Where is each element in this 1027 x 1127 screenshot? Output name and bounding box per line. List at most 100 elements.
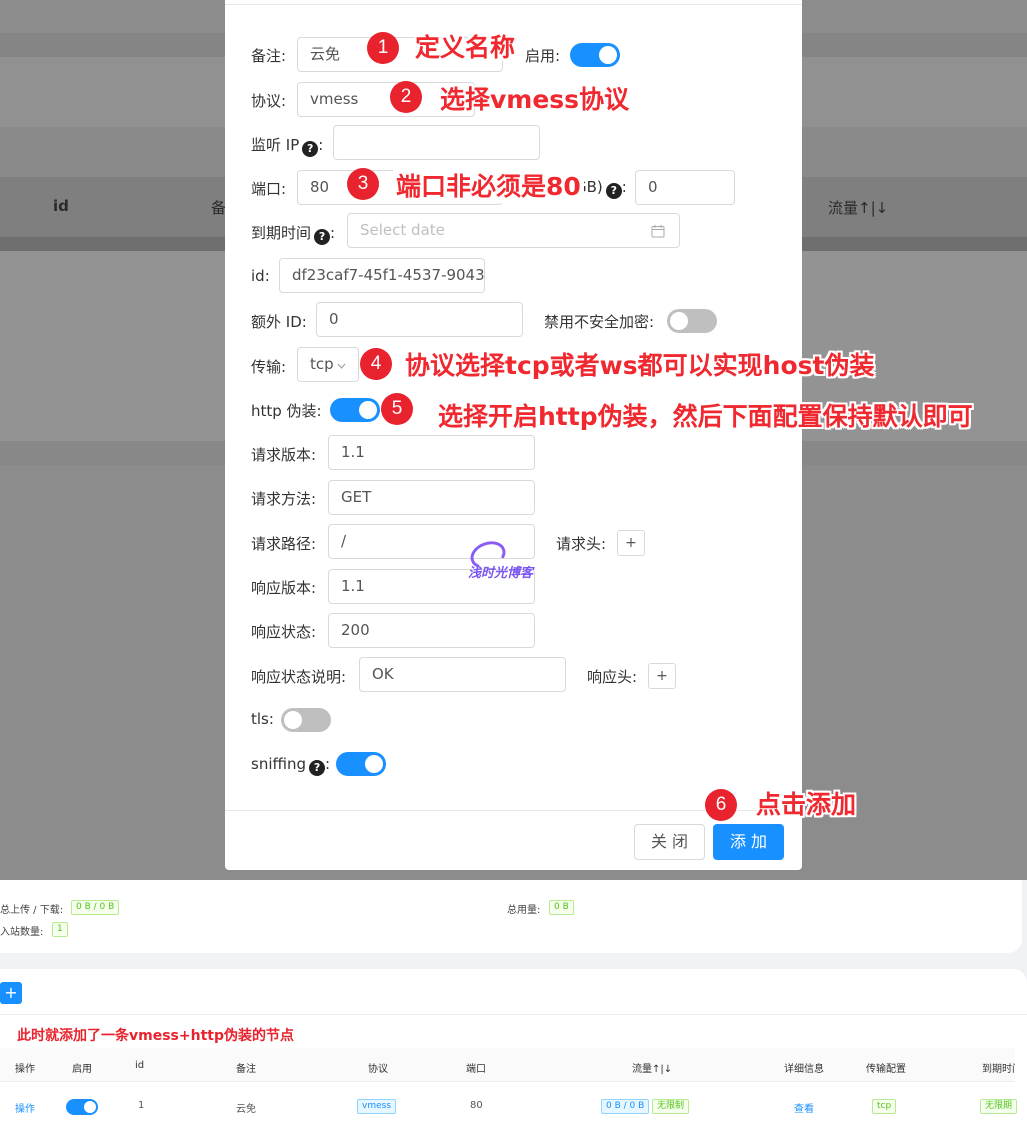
col-transport: 传输配置 (866, 1064, 906, 1075)
add-button[interactable]: 添 加 (713, 824, 784, 860)
bg-header-id: id (53, 197, 69, 215)
upload-download-tag: 0 B / 0 B (71, 900, 120, 915)
total-usage-tag: 0 B (549, 900, 574, 915)
request-version-label: 请求版本: (251, 446, 317, 464)
col-enable: 启用 (72, 1064, 92, 1075)
response-status-input[interactable]: 200 (328, 613, 535, 648)
col-id: id (135, 1060, 145, 1071)
divider (0, 1014, 1027, 1015)
col-expire: 到期时间 (982, 1064, 1015, 1075)
row-enable-switch[interactable] (66, 1099, 98, 1115)
row-id: 1 (138, 1100, 145, 1111)
help-icon[interactable]: ? (309, 760, 326, 776)
protocol-label: 协议: (251, 92, 287, 110)
step-badge-4: 4 (360, 348, 392, 380)
request-method-input[interactable]: GET (328, 480, 535, 515)
row-remark: 云免 (236, 1104, 256, 1115)
total-usage-label: 总用量: (507, 905, 541, 916)
inbound-count-tag: 1 (52, 922, 68, 937)
row-action-link[interactable]: 操作 (15, 1100, 35, 1115)
response-status-desc-input[interactable]: OK (359, 657, 566, 692)
annotation-1: 定义名称 (415, 33, 516, 62)
step-badge-3: 3 (347, 168, 379, 200)
port-label: 端口: (251, 180, 287, 198)
add-request-header-button[interactable]: + (617, 530, 645, 556)
transport-select[interactable]: tcp (297, 347, 359, 382)
response-header-label: 响应头: (587, 668, 638, 686)
request-version-input[interactable]: 1.1 (328, 435, 535, 470)
response-version-label: 响应版本: (251, 579, 317, 597)
bg-header-traffic: 流量↑|↓ (828, 199, 889, 217)
response-status-label: 响应状态: (251, 623, 317, 641)
bg-header-remark: 备 (211, 199, 227, 217)
sniffing-switch[interactable] (336, 752, 386, 776)
remark-label: 备注: (251, 47, 287, 65)
http-camouflage-label: http 伪装: (251, 402, 322, 420)
response-status-desc-label: 响应状态说明: (251, 668, 347, 686)
dialog-header (225, 0, 802, 5)
step-badge-2: 2 (390, 81, 422, 113)
col-port: 端口 (466, 1064, 486, 1075)
step-badge-5: 5 (381, 393, 413, 425)
calendar-icon[interactable] (651, 224, 665, 238)
col-action: 操作 (15, 1064, 35, 1075)
close-button[interactable]: 关 闭 (634, 824, 705, 860)
row-protocol-tag: vmess (357, 1099, 397, 1114)
step-badge-6: 6 (705, 789, 737, 821)
annotation-3: 端口非必须是80 (393, 167, 584, 203)
col-protocol: 协议 (368, 1064, 388, 1075)
request-header-label: 请求头: (556, 535, 607, 553)
help-icon[interactable]: ? (605, 183, 622, 199)
disable-insecure-label: 禁用不安全加密: (544, 313, 655, 331)
add-response-header-button[interactable]: + (648, 663, 676, 689)
tls-label: tls: (251, 710, 274, 728)
row-port: 80 (470, 1100, 483, 1111)
annotation-5: 选择开启http伪装，然后下面配置保持默认即可 (438, 402, 973, 431)
upload-download-label: 总上传 / 下载: (0, 905, 64, 916)
annotation-6: 点击添加 (756, 790, 857, 819)
request-method-label: 请求方法: (251, 490, 317, 508)
transport-label: 传输: (251, 358, 287, 376)
disable-insecure-switch[interactable] (667, 309, 717, 333)
row-transport-tag: tcp (872, 1099, 897, 1114)
inbound-count-label: 入站数量: (0, 927, 44, 938)
table-header (0, 1048, 1015, 1082)
table-row: 操作 1 云免 vmess 80 0 B / 0 B 无限制 查看 tcp 无限… (0, 1082, 1018, 1127)
listen-ip-label: 监听 IP?: (251, 136, 324, 157)
row-limit-tag: 无限制 (652, 1099, 690, 1114)
help-icon[interactable]: ? (302, 141, 319, 157)
alter-id-input[interactable]: 0 (316, 302, 523, 337)
tls-switch[interactable] (281, 708, 331, 732)
enable-label: 启用: (525, 47, 561, 65)
listen-ip-input[interactable] (333, 125, 540, 160)
total-gb-input[interactable]: 0 (635, 170, 735, 205)
uuid-input[interactable]: df23caf7-45f1-4537-9043- (279, 258, 485, 293)
chevron-down-icon (337, 363, 346, 369)
row-traffic-tag: 0 B / 0 B (601, 1099, 650, 1114)
watermark-logo: 浅时光博客 (466, 536, 560, 584)
http-camouflage-switch[interactable] (330, 398, 380, 422)
sniffing-label: sniffing?: (251, 755, 331, 776)
step-badge-1: 1 (367, 32, 399, 64)
annotation-2: 选择vmess协议 (440, 85, 630, 114)
expire-date-picker[interactable]: Select date (347, 213, 680, 248)
modal-overlay: id 备 流量↑|↓ 备注: 云免 启用: 协议: vmess 监听 IP?: … (0, 0, 1027, 880)
col-detail: 详细信息 (784, 1064, 824, 1075)
inbound-table-card: + 此时就添加了一条vmess+http伪装的节点 操作 启用 id 备注 协议… (0, 969, 1027, 1127)
annotation-4: 协议选择tcp或者ws都可以实现host伪装 (405, 351, 875, 380)
request-path-label: 请求路径: (251, 535, 317, 553)
inbound-list-page: 总上传 / 下载: 0 B / 0 B 总用量: 0 B 入站数量: 1 + 此… (0, 880, 1027, 1127)
expire-label: 到期时间?: (251, 224, 336, 245)
add-inbound-dialog: 备注: 云免 启用: 协议: vmess 监听 IP?: 端口: 80 GB)?… (225, 0, 802, 870)
row-expire-tag: 无限期 (980, 1099, 1018, 1114)
stats-card: 总上传 / 下载: 0 B / 0 B 总用量: 0 B 入站数量: 1 (0, 880, 1022, 953)
bottom-annotation: 此时就添加了一条vmess+http伪装的节点 (17, 1028, 294, 1044)
alter-id-label: 额外 ID: (251, 313, 307, 331)
col-remark: 备注 (236, 1064, 256, 1075)
add-inbound-button[interactable]: + (0, 982, 22, 1004)
col-traffic[interactable]: 流量↑|↓ (632, 1060, 672, 1075)
help-icon[interactable]: ? (314, 229, 331, 245)
enable-switch[interactable] (570, 43, 620, 67)
id-label: id: (251, 267, 270, 285)
row-detail-link[interactable]: 查看 (794, 1100, 814, 1115)
